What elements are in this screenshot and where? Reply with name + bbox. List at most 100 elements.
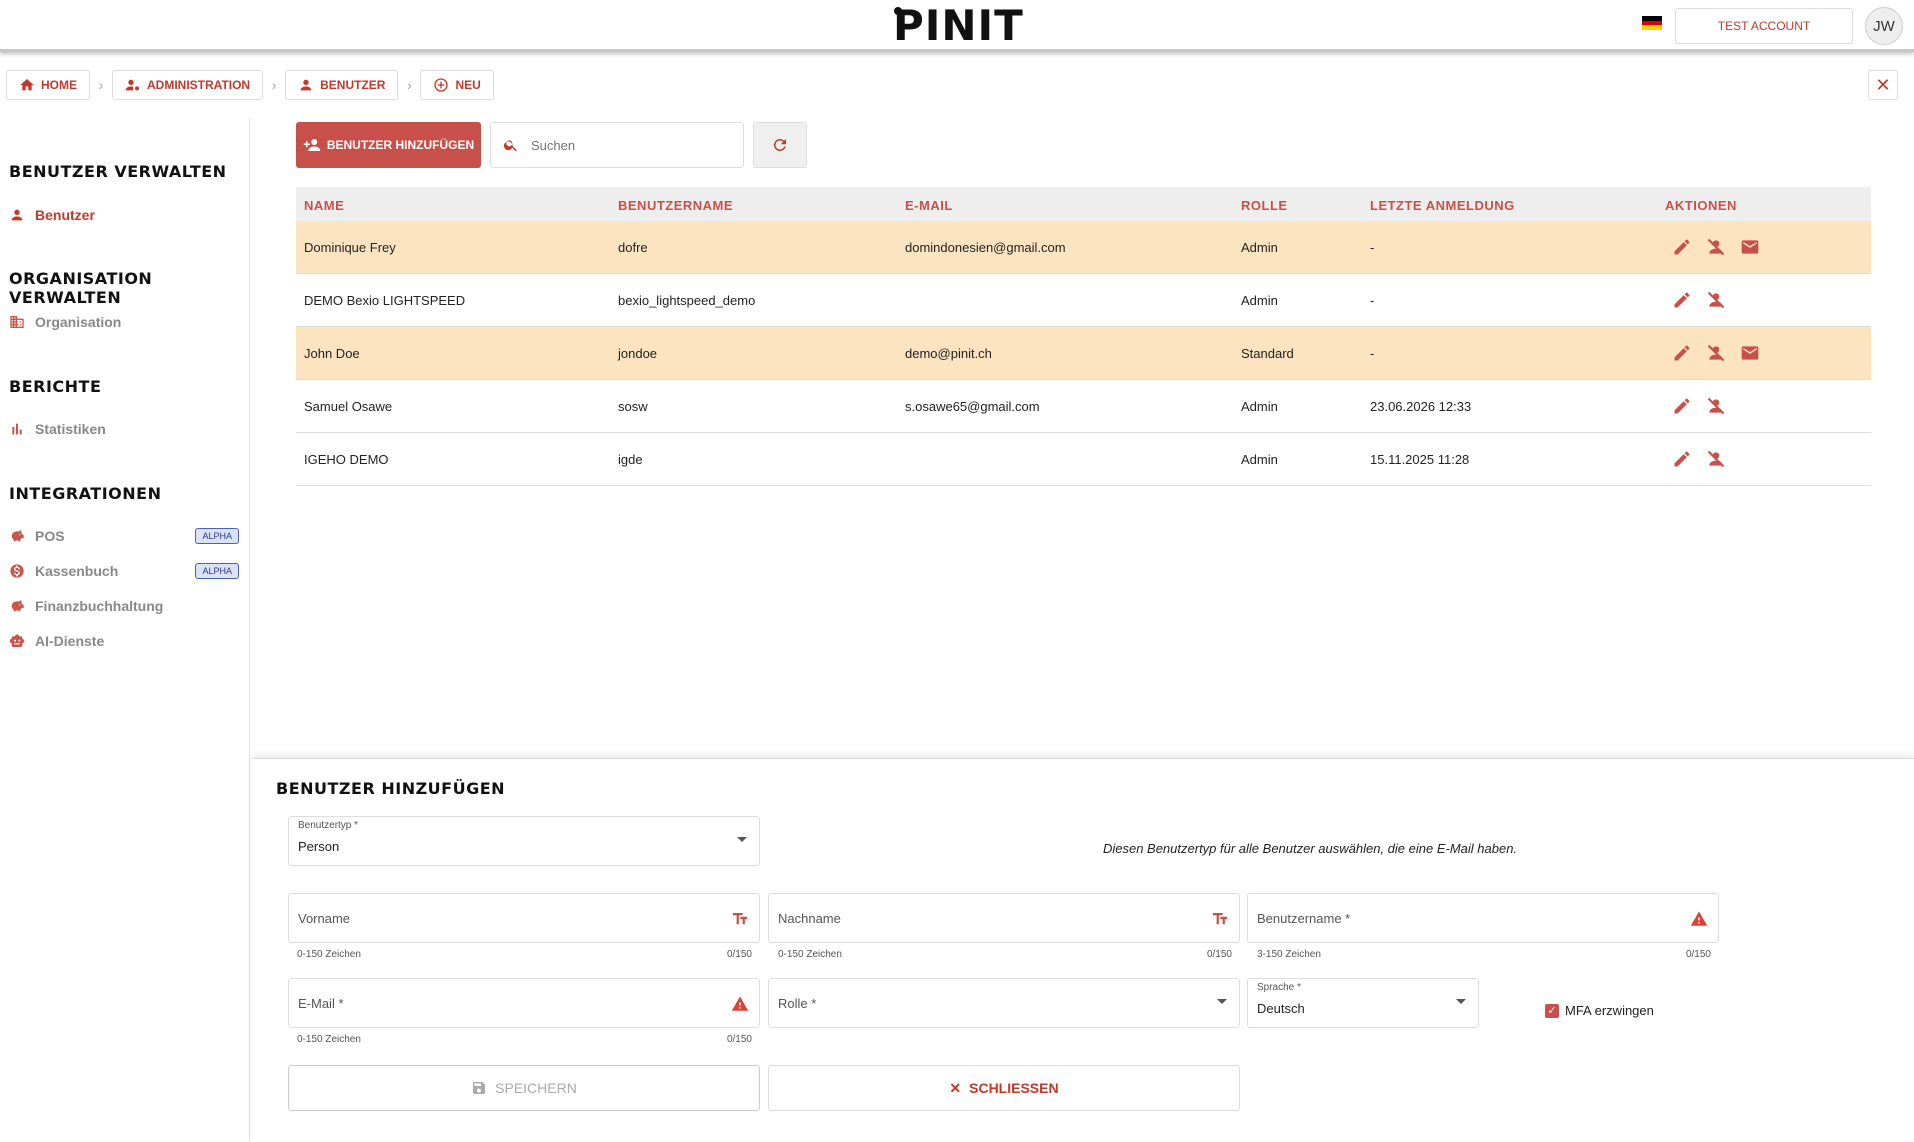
text-format-icon [1212, 913, 1228, 925]
piggy-bank-icon [11, 530, 24, 542]
breadcrumb-separator: › [407, 77, 412, 93]
language-value: Deutsch [1257, 1001, 1305, 1016]
sidebar-item-pos[interactable]: POS ALPHA [9, 525, 239, 547]
table-row[interactable]: Dominique Frey dofre domindonesien@gmail… [296, 221, 1871, 274]
save-button[interactable]: SPEICHERN [288, 1065, 760, 1111]
sidebar-item-organisation[interactable]: Organisation [9, 311, 239, 333]
breadcrumb-home[interactable]: HOME [6, 70, 90, 100]
email-field[interactable]: E-Mail * [288, 978, 760, 1028]
add-user-button-label: BENUTZER HINZUFÜGEN [326, 138, 475, 152]
last-name-hint: 0-150 Zeichen [778, 949, 842, 960]
search-icon [503, 140, 517, 152]
save-icon [473, 1082, 486, 1094]
building-icon [10, 316, 24, 328]
users-table: NAME BENUTZERNAME E-MAIL ROLLE LETZTE AN… [296, 187, 1871, 486]
edit-icon[interactable] [1672, 237, 1692, 257]
edit-icon[interactable] [1672, 449, 1692, 469]
german-flag-icon[interactable] [1642, 16, 1662, 31]
username-placeholder: Benutzername * [1257, 911, 1351, 926]
test-account-button[interactable]: TEST ACCOUNT [1675, 8, 1853, 44]
close-icon: ✕ [1875, 74, 1891, 95]
column-header-letzte-anmeldung[interactable]: LETZTE ANMELDUNG [1370, 198, 1515, 213]
sidebar-heading-organisation-verwalten: ORGANISATION VERWALTEN [9, 269, 153, 307]
language-select[interactable]: Sprache * Deutsch [1247, 978, 1479, 1028]
pinit-logo[interactable]: PINIT [893, 4, 1023, 48]
user-type-select[interactable]: Benutzertyp * Person [288, 816, 760, 866]
chevron-down-icon [737, 837, 747, 842]
table-row[interactable]: DEMO Bexio LIGHTSPEED bexio_lightspeed_d… [296, 274, 1871, 327]
username-field[interactable]: Benutzername * [1247, 893, 1719, 943]
first-name-field[interactable]: Vorname [288, 893, 760, 943]
alpha-badge: ALPHA [195, 563, 239, 579]
sidebar-item-label: Organisation [35, 314, 122, 330]
sidebar-item-kassenbuch[interactable]: Kassenbuch ALPHA [9, 560, 239, 582]
warning-icon [1690, 911, 1708, 926]
mfa-checkbox[interactable]: ✓ MFA erzwingen [1545, 1003, 1654, 1018]
refresh-button[interactable] [753, 122, 807, 168]
user-type-value: Person [298, 839, 340, 854]
table-row[interactable]: John Doe jondoe demo@pinit.ch Standard - [296, 327, 1871, 380]
last-name-counter: 0/150 [1206, 949, 1232, 960]
cell-role: Standard [1241, 346, 1294, 361]
breadcrumb-administration[interactable]: ADMINISTRATION [112, 70, 264, 100]
checkbox-checked-icon[interactable]: ✓ [1545, 1003, 1559, 1018]
cell-name: DEMO Bexio LIGHTSPEED [304, 293, 466, 308]
role-select[interactable]: Rolle * [768, 978, 1240, 1028]
row-actions [1672, 396, 1726, 416]
close-form-button[interactable]: ✕ SCHLIESSEN [768, 1065, 1240, 1111]
row-actions [1672, 237, 1760, 257]
sidebar-item-finanzbuchhaltung[interactable]: Finanzbuchhaltung [9, 595, 239, 617]
search-input[interactable] [531, 137, 711, 153]
sidebar-item-benutzer[interactable]: Benutzer [9, 204, 239, 226]
last-name-field[interactable]: Nachname [768, 893, 1240, 943]
save-button-label: SPEICHERN [495, 1080, 577, 1096]
deactivate-user-icon[interactable] [1706, 237, 1726, 257]
bar-chart-icon [12, 423, 22, 435]
deactivate-user-icon[interactable] [1706, 449, 1726, 469]
sidebar-heading-berichte: BERICHTE [9, 377, 102, 396]
user-avatar[interactable]: JW [1865, 7, 1903, 45]
column-header-email[interactable]: E-MAIL [905, 198, 953, 213]
add-user-panel: BENUTZER HINZUFÜGEN Benutzertyp * Person… [252, 758, 1914, 1142]
column-header-benutzername[interactable]: BENUTZERNAME [618, 198, 733, 213]
cell-role: Admin [1241, 452, 1278, 467]
close-page-button[interactable]: ✕ [1868, 70, 1898, 100]
column-header-name[interactable]: NAME [304, 198, 344, 213]
cell-role: Admin [1241, 293, 1278, 308]
user-icon [300, 79, 312, 91]
language-label: Sprache * [1257, 982, 1301, 993]
edit-icon[interactable] [1672, 396, 1692, 416]
edit-icon[interactable] [1672, 290, 1692, 310]
role-placeholder: Rolle * [778, 996, 817, 1011]
sidebar-item-statistiken[interactable]: Statistiken [9, 418, 239, 440]
table-row[interactable]: IGEHO DEMO igde Admin 15.11.2025 11:28 [296, 433, 1871, 486]
cell-role: Admin [1241, 399, 1278, 414]
column-header-rolle[interactable]: ROLLE [1241, 198, 1288, 213]
breadcrumb-benutzer[interactable]: BENUTZER [285, 70, 399, 100]
sidebar-item-label: Statistiken [35, 421, 106, 437]
robot-icon [9, 634, 25, 647]
username-hint: 3-150 Zeichen [1257, 949, 1321, 960]
table-row[interactable]: Samuel Osawe sosw s.osawe65@gmail.com Ad… [296, 380, 1871, 433]
deactivate-user-icon[interactable] [1706, 343, 1726, 363]
deactivate-user-icon[interactable] [1706, 290, 1726, 310]
table-header: NAME BENUTZERNAME E-MAIL ROLLE LETZTE AN… [296, 187, 1871, 221]
mail-icon[interactable] [1740, 237, 1760, 257]
top-header: PINIT TEST ACCOUNT JW [0, 0, 1914, 52]
breadcrumb-neu-label: NEU [455, 78, 481, 92]
mail-icon[interactable] [1740, 343, 1760, 363]
breadcrumb-neu[interactable]: NEU [420, 70, 494, 100]
edit-icon[interactable] [1672, 343, 1692, 363]
breadcrumb-home-label: HOME [41, 78, 77, 92]
deactivate-user-icon[interactable] [1706, 396, 1726, 416]
cell-name: Dominique Frey [304, 240, 396, 255]
sidebar-item-ai-dienste[interactable]: AI-Dienste [9, 630, 239, 652]
sidebar: BENUTZER VERWALTEN Benutzer ORGANISATION… [0, 118, 250, 1142]
add-user-button[interactable]: BENUTZER HINZUFÜGEN [296, 122, 481, 168]
cell-name: John Doe [304, 346, 360, 361]
sidebar-heading-integrationen: INTEGRATIONEN [9, 484, 162, 503]
breadcrumb: HOME › ADMINISTRATION › BENUTZER › NEU [6, 70, 494, 100]
alpha-badge: ALPHA [195, 528, 239, 544]
refresh-icon [773, 138, 786, 151]
search-box[interactable] [490, 122, 744, 168]
